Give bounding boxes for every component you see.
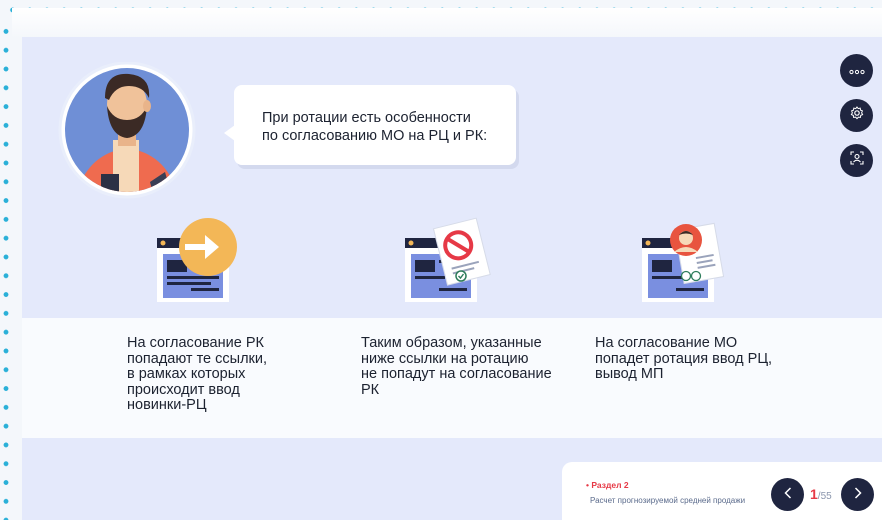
section-label: • Раздел 2 bbox=[586, 480, 629, 490]
page-counter: 1/55 bbox=[810, 486, 832, 502]
top-glow bbox=[12, 8, 882, 38]
current-page: 1 bbox=[810, 486, 818, 502]
decorative-dot-border-left bbox=[0, 22, 12, 520]
browser-person-doc-icon bbox=[640, 218, 730, 311]
section-title: Расчет прогнозируемой средней продажи bbox=[590, 496, 746, 505]
user-scan-icon bbox=[849, 151, 864, 170]
narrator-avatar bbox=[55, 61, 201, 200]
settings-button[interactable] bbox=[840, 99, 873, 132]
speech-bubble: При ротации есть особенности по согласов… bbox=[224, 85, 516, 165]
next-page-button[interactable] bbox=[841, 478, 874, 511]
total-pages: /55 bbox=[817, 491, 832, 502]
gear-icon bbox=[850, 106, 864, 125]
card-1-text: На согласование РК попадают те ссылки, в… bbox=[127, 335, 268, 413]
prev-page-button[interactable] bbox=[771, 478, 804, 511]
speech-text: При ротации есть особенности по согласов… bbox=[262, 110, 488, 144]
browser-forbidden-icon bbox=[403, 216, 493, 311]
card-3-text: На согласование МО попадет ротация ввод … bbox=[595, 335, 773, 382]
browser-arrow-icon bbox=[155, 218, 241, 311]
chevron-right-icon bbox=[854, 486, 862, 504]
accessibility-button[interactable] bbox=[840, 144, 873, 177]
chevron-left-icon bbox=[783, 486, 792, 504]
card-2-text: Таким образом, указанные ниже ссылки на … bbox=[361, 335, 552, 398]
more-button[interactable] bbox=[840, 54, 873, 87]
section-label-text: Раздел 2 bbox=[591, 480, 629, 490]
more-dots-icon bbox=[848, 62, 865, 80]
footer-nav bbox=[562, 462, 882, 520]
